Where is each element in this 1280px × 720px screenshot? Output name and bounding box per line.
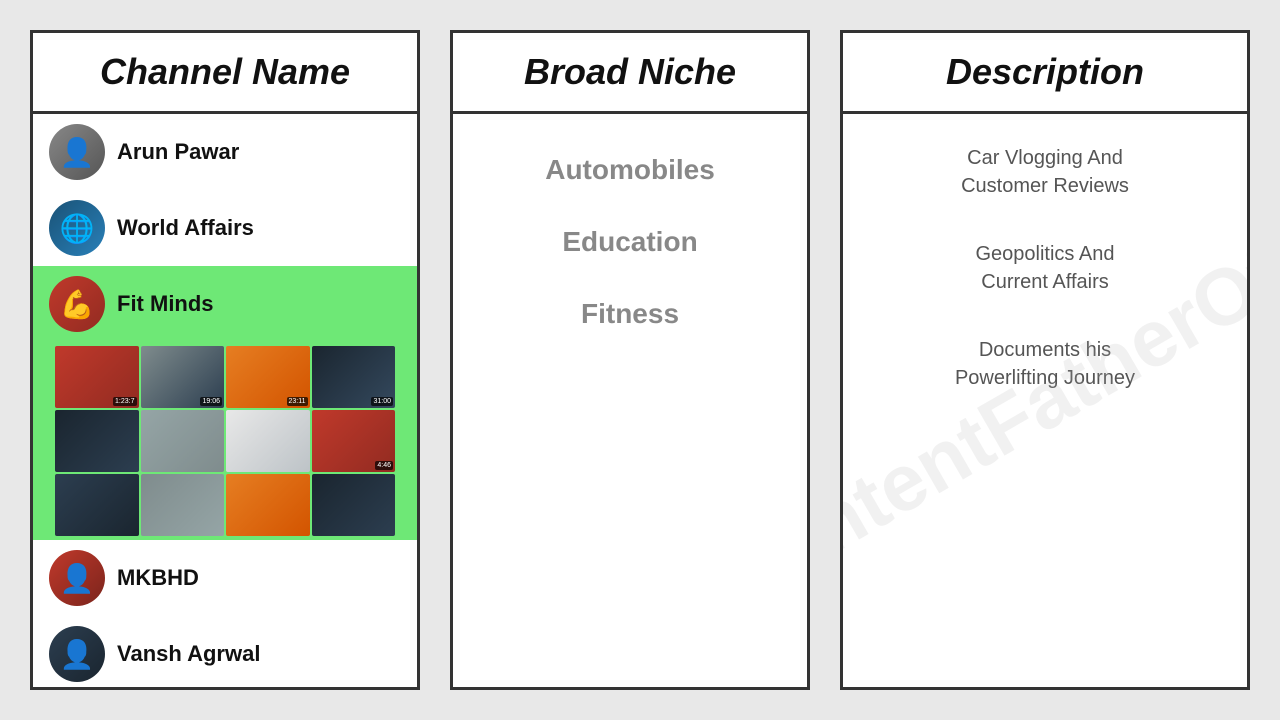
channel-panel-body: 👤 Arun Pawar 🌐 World Affairs 💪 bbox=[33, 114, 417, 687]
duration-3: 23:11 bbox=[287, 397, 308, 406]
video-thumb-3: 23:11 bbox=[226, 346, 310, 408]
video-thumb-4: 31:00 bbox=[312, 346, 396, 408]
desc-item-powerlifting: Documents hisPowerlifting Journey bbox=[863, 336, 1227, 392]
video-thumb-7 bbox=[226, 410, 310, 472]
desc-item-car: Car Vlogging AndCustomer Reviews bbox=[863, 144, 1227, 200]
video-thumb-8: 4:46 bbox=[312, 410, 396, 472]
avatar-icon-world: 🌐 bbox=[60, 212, 95, 245]
video-thumb-6 bbox=[141, 410, 225, 472]
channel-item-arun[interactable]: 👤 Arun Pawar bbox=[33, 114, 417, 190]
channel-name-vansh: Vansh Agrwal bbox=[117, 641, 260, 667]
duration-8: 4:46 bbox=[375, 461, 393, 470]
duration-2: 19:06 bbox=[200, 397, 222, 406]
video-thumb-9 bbox=[55, 474, 139, 536]
channel-panel-header: Channel Name bbox=[33, 33, 417, 114]
niche-panel: Broad Niche Automobiles Education Fitnes… bbox=[450, 30, 810, 690]
duration-1: 1:23:7 bbox=[113, 397, 136, 406]
channel-name-world: World Affairs bbox=[117, 215, 254, 241]
channel-list: 👤 Arun Pawar 🌐 World Affairs 💪 bbox=[33, 114, 417, 687]
channel-name-mkbhd: MKBHD bbox=[117, 565, 199, 591]
niche-item-fitness: Fitness bbox=[473, 298, 787, 330]
description-list: Car Vlogging AndCustomer Reviews Geopoli… bbox=[843, 114, 1247, 422]
avatar-icon-arun: 👤 bbox=[60, 136, 95, 169]
video-thumb-10 bbox=[141, 474, 225, 536]
avatar-icon-vansh: 👤 bbox=[60, 638, 95, 671]
video-thumb-2: 19:06 bbox=[141, 346, 225, 408]
video-thumb-5 bbox=[55, 410, 139, 472]
channel-item-mkbhd[interactable]: 👤 MKBHD bbox=[33, 540, 417, 616]
avatar-world: 🌐 bbox=[49, 200, 105, 256]
channel-name-fit: Fit Minds bbox=[117, 291, 214, 317]
description-panel-body: Car Vlogging AndCustomer Reviews Geopoli… bbox=[843, 114, 1247, 687]
video-thumb-1: 1:23:7 bbox=[55, 346, 139, 408]
niche-panel-header: Broad Niche bbox=[453, 33, 807, 114]
video-thumb-11 bbox=[226, 474, 310, 536]
duration-4: 31:00 bbox=[371, 397, 393, 406]
video-thumb-12 bbox=[312, 474, 396, 536]
description-panel: Description Car Vlogging AndCustomer Rev… bbox=[840, 30, 1250, 690]
channel-item-vansh[interactable]: 👤 Vansh Agrwal bbox=[33, 616, 417, 687]
avatar-icon-fit: 💪 bbox=[60, 288, 95, 321]
avatar-vansh: 👤 bbox=[49, 626, 105, 682]
niche-panel-body: Automobiles Education Fitness bbox=[453, 114, 807, 687]
niche-item-education: Education bbox=[473, 226, 787, 258]
channel-name-arun: Arun Pawar bbox=[117, 139, 239, 165]
avatar-icon-mkbhd: 👤 bbox=[60, 562, 95, 595]
fit-minds-video-grid: 1:23:7 19:06 23:11 31:00 4:46 bbox=[49, 342, 401, 540]
niche-list: Automobiles Education Fitness bbox=[453, 114, 807, 370]
avatar-arun: 👤 bbox=[49, 124, 105, 180]
desc-item-geopolitics: Geopolitics AndCurrent Affairs bbox=[863, 240, 1227, 296]
avatar-mkbhd: 👤 bbox=[49, 550, 105, 606]
avatar-fit: 💪 bbox=[49, 276, 105, 332]
channel-item-fit[interactable]: 💪 Fit Minds 1:23:7 19:06 23:11 31:00 4:4… bbox=[33, 266, 417, 540]
description-panel-header: Description bbox=[843, 33, 1247, 114]
channel-panel: Channel Name 👤 Arun Pawar 🌐 World Affair… bbox=[30, 30, 420, 690]
channel-item-world[interactable]: 🌐 World Affairs bbox=[33, 190, 417, 266]
niche-item-automobiles: Automobiles bbox=[473, 154, 787, 186]
